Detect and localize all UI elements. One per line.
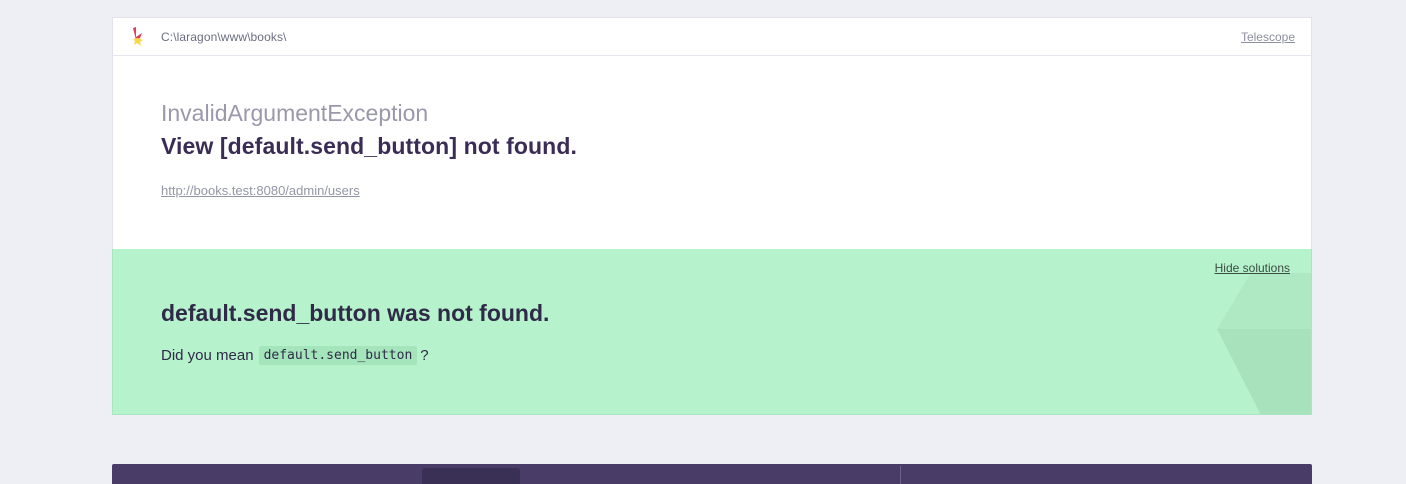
bar-divider <box>900 466 901 484</box>
exception-message: View [default.send_button] not found. <box>161 133 577 159</box>
hide-solutions-button[interactable]: Hide solutions <box>1215 261 1290 275</box>
ignition-logo-icon <box>132 27 144 47</box>
stack-trace-bar <box>112 464 1312 484</box>
telescope-link[interactable]: Telescope <box>1241 30 1295 44</box>
solution-description-suffix: ? <box>420 347 429 364</box>
project-path: C:\laragon\www\books\ <box>161 30 287 44</box>
exception-class: InvalidArgumentException <box>161 100 429 126</box>
solution-description-prefix: Did you mean <box>161 347 254 364</box>
suggested-view-code: default.send_button <box>258 346 418 365</box>
solution-description: Did you mean default.send_button ? <box>161 346 429 365</box>
error-card: C:\laragon\www\books\ Telescope InvalidA… <box>112 17 1312 249</box>
stack-tab-active[interactable] <box>422 468 520 484</box>
request-url-link[interactable]: http://books.test:8080/admin/users <box>161 183 360 198</box>
solution-title: default.send_button was not found. <box>161 300 550 326</box>
solution-panel: Hide solutions default.send_button was n… <box>112 249 1312 415</box>
error-topbar: C:\laragon\www\books\ Telescope <box>113 18 1311 56</box>
